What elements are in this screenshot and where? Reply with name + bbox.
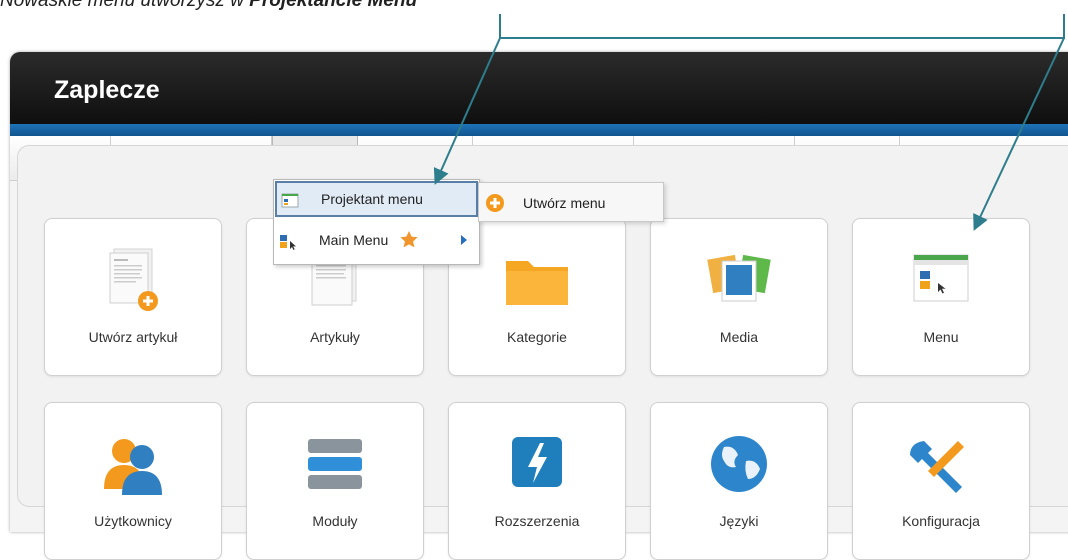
caption-text: Nowaskie menu utworzysz w Projektancie M… [0,0,417,12]
tile-create-article[interactable]: Utwórz artykuł [44,218,222,376]
accent-bar [10,124,1068,136]
tile-label: Użytkownicy [94,513,172,529]
tile-label: Media [719,329,759,345]
submenu-item-create-menu[interactable]: Utwórz menu [479,183,663,221]
tile-label: Moduły [312,513,358,529]
tile-menu[interactable]: Menu [852,218,1030,376]
title-bar: Zaplecze [10,52,1068,124]
tile-extensions[interactable]: Rozszerzenia [448,402,626,560]
dropdown-item-label: Main Menu [319,232,389,248]
menu-window-icon [904,243,978,317]
folder-icon [500,243,574,317]
article-add-icon [96,243,170,317]
caption-bold: Projektancie Menu [249,0,418,11]
globe-icon [702,427,776,501]
annotation-bracket [499,14,1065,39]
tile-label: Konfiguracja [902,513,980,529]
add-icon [485,193,505,218]
submenu-panel: Utwórz menu [478,182,664,222]
tile-languages[interactable]: Języki [650,402,828,560]
tile-label: Artykuły [310,329,360,345]
main-menu-icon [279,230,297,262]
window-title: Zaplecze [54,76,160,104]
tile-label: Kategorie [507,329,567,345]
tile-label: Utwórz artykuł [88,329,178,345]
submenu-arrow-icon [461,235,467,245]
dropdown-item-label: Projektant menu [321,191,423,207]
media-icon [702,243,776,317]
tile-label: Rozszerzenia [494,513,580,529]
menu-manager-icon [281,189,299,221]
tile-configuration[interactable]: Konfiguracja [852,402,1030,560]
users-icon [96,427,170,501]
tools-icon [904,427,978,501]
extensions-icon [500,427,574,501]
tile-label: Języki [719,513,759,529]
tile-media[interactable]: Media [650,218,828,376]
dropdown-item-menu-manager[interactable]: Projektant menu [275,181,478,217]
tile-label: Menu [923,329,959,345]
tile-modules[interactable]: Moduły [246,402,424,560]
modules-icon [298,427,372,501]
dropdown-item-main-menu[interactable]: Main Menu [275,224,478,256]
menu-dropdown: Projektant menu Main Menu [273,179,480,265]
submenu-item-label: Utwórz menu [523,195,606,211]
star-icon [399,229,419,261]
caption-prefix: Nowaskie menu utworzysz w [0,0,250,11]
tile-users[interactable]: Użytkownicy [44,402,222,560]
